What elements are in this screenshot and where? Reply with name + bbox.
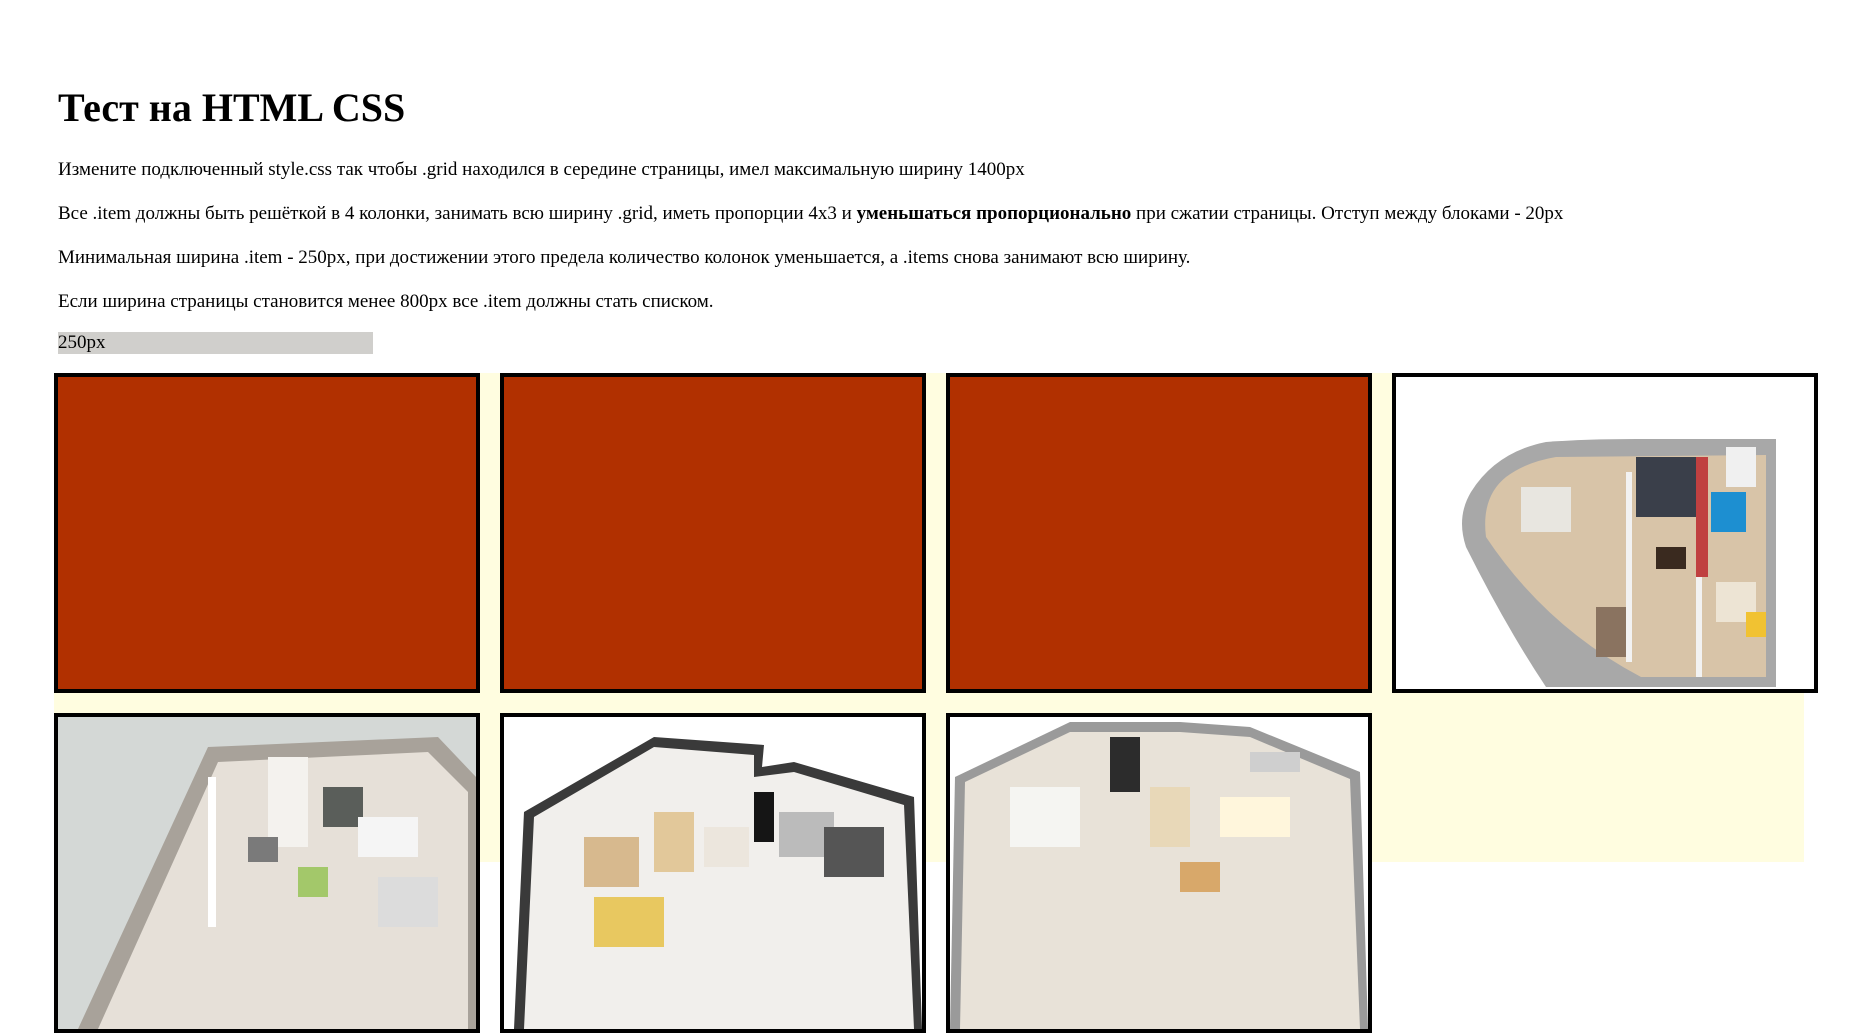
grid-item-6: [500, 713, 926, 1033]
floorplan-image: [504, 717, 922, 1029]
floorplan-image: [950, 717, 1368, 1029]
task-text-2-start: Все .item должны быть решёткой в 4 колон…: [58, 203, 857, 224]
page-title: Тест на HTML CSS: [58, 85, 406, 130]
page: Тест на HTML CSS: [0, 0, 1853, 128]
grid-item-7: [946, 713, 1372, 1033]
floorplan-image: [58, 717, 476, 1029]
grid-item-1: [54, 373, 480, 693]
task-text-2: Все .item должны быть решёткой в 4 колон…: [58, 204, 1563, 223]
ruler-label: 250px: [58, 332, 106, 353]
grid-item-3: [946, 373, 1372, 693]
task-text-4: Если ширина страницы становится менее 80…: [58, 291, 714, 312]
grid-item-5: [54, 713, 480, 1033]
grid-item-2: [500, 373, 926, 693]
task-text-2-bold: уменьшаться пропорционально: [856, 203, 1132, 224]
task-text-2-end: при сжатии страницы. Отступ между блокам…: [1131, 203, 1564, 224]
floorplan-image: [1396, 377, 1814, 689]
grid: [54, 373, 1818, 1033]
task-text-1: Измените подключенный style.css так чтоб…: [58, 159, 1025, 180]
task-text-3: Минимальная ширина .item - 250px, при до…: [58, 247, 1191, 268]
grid-item-4: [1392, 373, 1818, 693]
width-ruler-250px: 250px: [58, 332, 373, 354]
